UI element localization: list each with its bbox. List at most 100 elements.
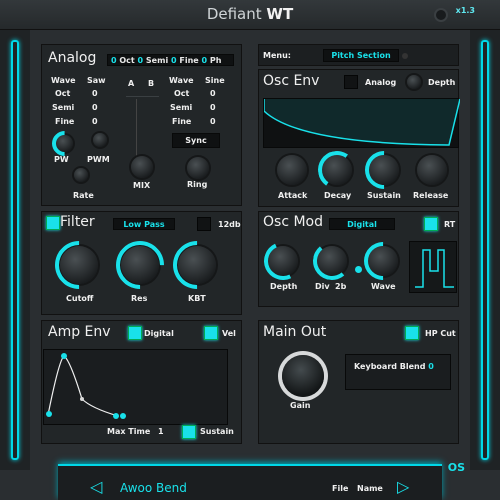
osc-a-fine-value[interactable]: 0 (92, 117, 98, 126)
menu-label: Menu: (263, 51, 291, 60)
analog-title: Analog (48, 50, 97, 66)
pw-knob[interactable] (46, 125, 83, 162)
header-oct-value[interactable]: 0 (111, 56, 117, 65)
rt-toggle[interactable] (424, 217, 438, 231)
osc-b-oct-value[interactable]: 0 (210, 89, 216, 98)
ring-label: Ring (187, 180, 208, 189)
osc-env-curve (263, 98, 461, 146)
wave-knob-arc (356, 234, 410, 288)
osc-mod-mode-select[interactable]: Digital (329, 218, 395, 230)
gain-knob[interactable] (282, 355, 324, 397)
pwm-knob[interactable] (93, 133, 107, 147)
osc-a-oct-value[interactable]: 0 (92, 89, 98, 98)
res-knob-arc (106, 231, 174, 299)
sustain-knob[interactable] (357, 143, 411, 197)
filter-type-select[interactable]: Low Pass (113, 218, 175, 230)
mix-knob[interactable] (131, 156, 153, 178)
keyboard-blend-value[interactable]: 0 (428, 362, 434, 371)
osc-a-oct-label: Oct (55, 89, 71, 98)
amp-env-vel-label: Vel (222, 329, 236, 338)
osc-env-graph[interactable] (263, 98, 461, 148)
header-semi-value[interactable]: 0 (138, 56, 144, 65)
amp-env-graph[interactable] (43, 349, 228, 425)
sustain-toggle[interactable] (182, 425, 196, 439)
amp-env-curve (46, 353, 126, 419)
osc-env-depth-label: Depth (428, 78, 456, 87)
decay-knob-arc (314, 147, 360, 193)
amp-env-digital-toggle[interactable] (128, 326, 142, 340)
release-label: Release (413, 191, 449, 200)
analog-panel: Analog 0 Oct 0 Semi 0 Fine 0 Ph Wave Saw… (41, 44, 242, 206)
header-ph-value[interactable]: 0 (201, 56, 207, 65)
app-title-plain: Defiant (206, 5, 262, 23)
osc-env-analog-label: Analog (365, 78, 397, 87)
amp-env-vel-toggle[interactable] (204, 326, 218, 340)
name-button[interactable]: Name (357, 484, 383, 493)
keyboard-blend-box[interactable]: Keyboard Blend 0 (345, 354, 451, 390)
amp-env-panel: Amp Env Digital Vel Max Time 1 Sustain (41, 320, 242, 444)
attack-label: Attack (278, 191, 308, 200)
osc-mod-panel: Osc Mod Digital RT Depth Div 2b Wave (258, 211, 459, 307)
osc-mod-depth-knob[interactable] (258, 236, 308, 286)
amp-env-title: Amp Env (48, 324, 111, 340)
filter-enable-toggle[interactable] (46, 216, 60, 230)
osc-b-selector[interactable]: B (148, 79, 154, 88)
osc-a-selector[interactable]: A (128, 79, 134, 88)
hp-cut-label: HP Cut (425, 329, 456, 338)
gain-label: Gain (290, 401, 311, 410)
sustain-label: Sustain (200, 427, 234, 436)
preset-prev-icon[interactable]: ◁ (90, 477, 102, 496)
osc-mod-depth-arc (258, 236, 308, 286)
header-fine-value[interactable]: 0 (171, 56, 177, 65)
search-icon[interactable] (434, 8, 448, 22)
osc-b-wave-value[interactable]: Sine (205, 76, 225, 85)
keyboard-blend-label: Keyboard Blend (354, 362, 426, 371)
attack-knob[interactable] (277, 155, 307, 185)
div-value[interactable]: 2b (335, 282, 346, 291)
ab-divider (126, 96, 159, 97)
rate-knob[interactable] (74, 168, 88, 182)
osc-a-fine-label: Fine (55, 117, 75, 126)
preset-name[interactable]: Awoo Bend (120, 481, 187, 495)
preset-footer (58, 464, 442, 500)
osc-env-depth-knob[interactable] (407, 75, 421, 89)
menu-select[interactable]: Pitch Section (323, 49, 399, 62)
lfo-wave-shape (415, 249, 454, 288)
cutoff-knob-arc (45, 231, 113, 299)
amp-env-digital-label: Digital (144, 329, 174, 338)
sustain-knob-arc (357, 143, 411, 197)
sync-button[interactable]: Sync (172, 133, 220, 148)
app-title: Defiant WT (0, 5, 500, 23)
right-neon-rail (481, 40, 489, 460)
max-time-value[interactable]: 1 (158, 427, 164, 436)
osc-b-fine-value[interactable]: 0 (210, 117, 216, 126)
lfo-led-icon (355, 266, 362, 273)
filter-12db-toggle[interactable] (197, 217, 211, 231)
res-knob[interactable] (106, 231, 174, 299)
release-knob[interactable] (417, 155, 447, 185)
osc-b-semi-value[interactable]: 0 (210, 103, 216, 112)
cutoff-knob[interactable] (45, 231, 113, 299)
lfo-wave-display[interactable] (409, 241, 457, 293)
os-button[interactable]: OS (448, 461, 465, 474)
ring-knob[interactable] (187, 157, 209, 179)
hp-cut-toggle[interactable] (405, 326, 419, 340)
kbt-knob-arc (163, 231, 231, 299)
div-label: Div (315, 282, 330, 291)
osc-a-semi-value[interactable]: 0 (92, 103, 98, 112)
preset-next-icon[interactable]: ▷ (397, 477, 409, 496)
kbt-knob[interactable] (163, 231, 231, 299)
rate-label: Rate (73, 191, 94, 200)
file-button[interactable]: File (332, 484, 348, 493)
header-fine-label: Fine (179, 56, 199, 65)
left-neon-rail (11, 40, 19, 460)
kbt-label: KBT (188, 294, 206, 303)
osc-env-analog-toggle[interactable] (344, 75, 358, 89)
div-knob[interactable] (311, 240, 353, 282)
rt-label: RT (444, 220, 456, 229)
decay-knob[interactable] (314, 147, 360, 193)
wave-knob[interactable] (356, 234, 410, 288)
menu-indicator-icon (402, 53, 408, 59)
osc-a-wave-value[interactable]: Saw (87, 76, 106, 85)
wave-label: Wave (371, 282, 396, 291)
